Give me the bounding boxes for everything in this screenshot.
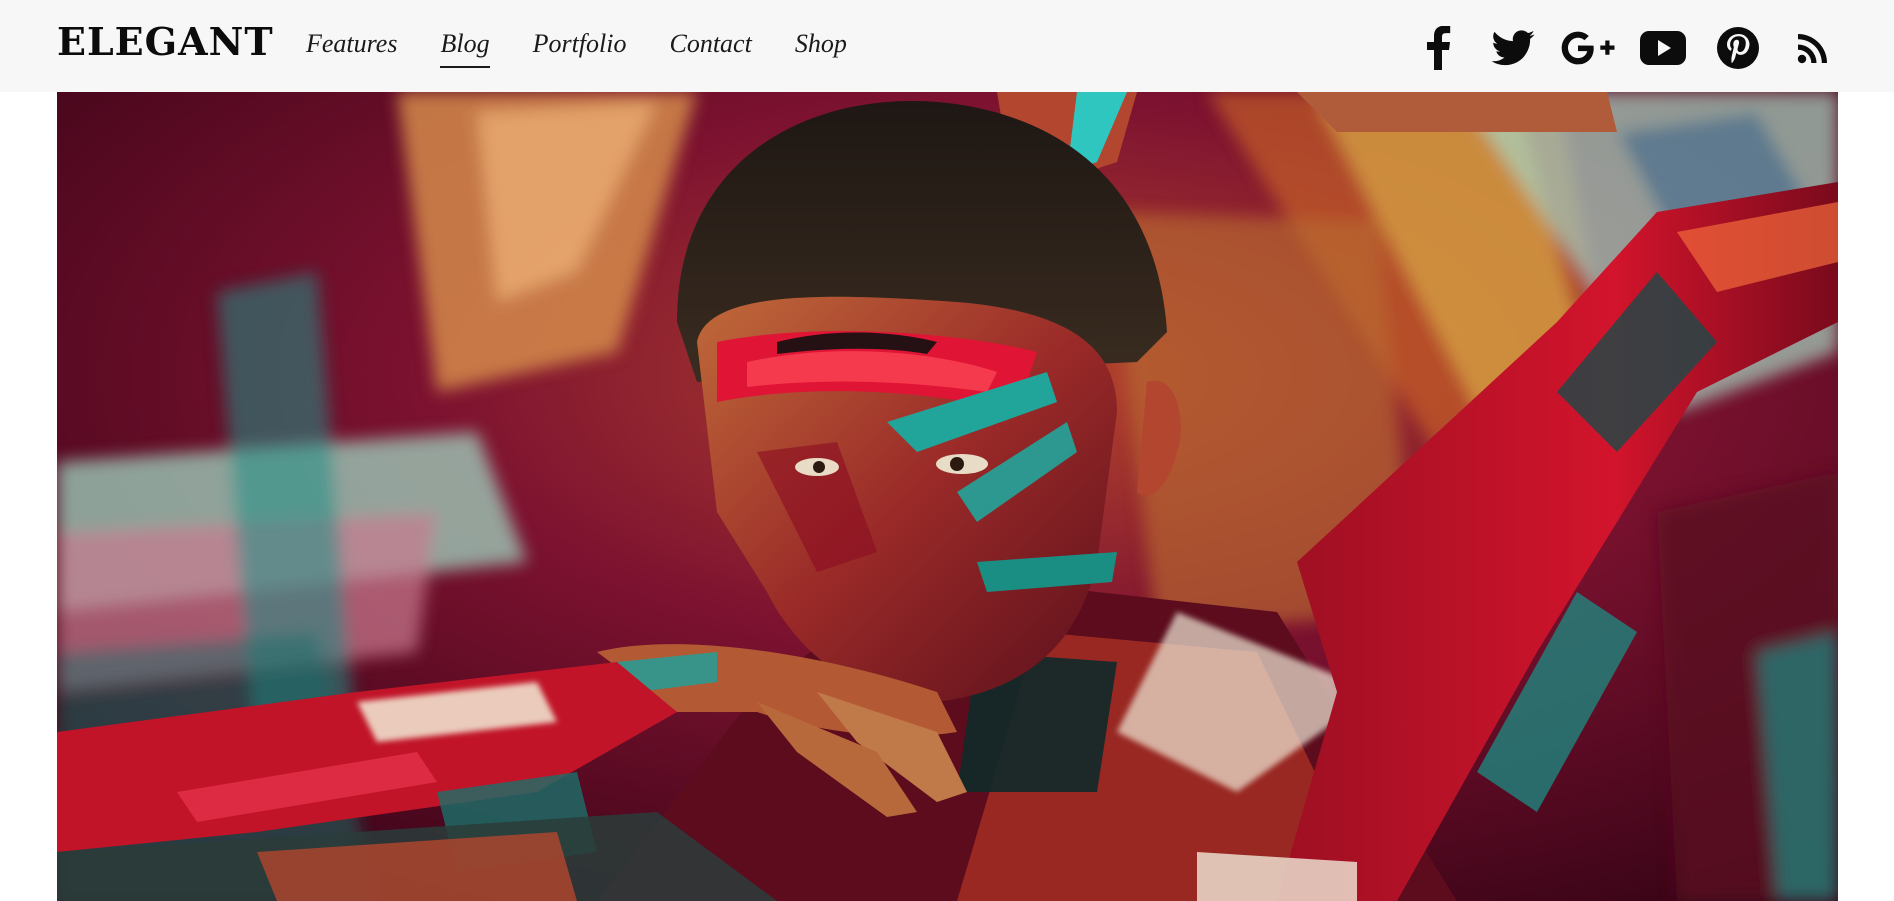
social-links — [1390, 22, 1840, 74]
twitter-icon[interactable] — [1486, 22, 1540, 74]
nav-item-shop[interactable]: Shop — [795, 26, 847, 62]
nav-item-blog[interactable]: Blog — [440, 26, 490, 68]
youtube-icon[interactable] — [1636, 22, 1690, 74]
painted-portrait-artwork — [57, 92, 1838, 901]
facebook-icon[interactable] — [1411, 22, 1465, 74]
site-logo[interactable]: ELEGANT — [57, 18, 274, 66]
top-navigation-bar: ELEGANT Features Blog Portfolio Contact … — [0, 0, 1894, 92]
pinterest-icon[interactable] — [1711, 22, 1765, 74]
nav-item-contact[interactable]: Contact — [669, 26, 751, 62]
nav-item-portfolio[interactable]: Portfolio — [533, 26, 627, 62]
main-nav: Features Blog Portfolio Contact Shop — [306, 26, 890, 68]
nav-item-features[interactable]: Features — [306, 26, 397, 62]
rss-icon[interactable] — [1786, 22, 1840, 74]
hero-image — [57, 92, 1838, 901]
google-plus-icon[interactable] — [1561, 22, 1615, 74]
